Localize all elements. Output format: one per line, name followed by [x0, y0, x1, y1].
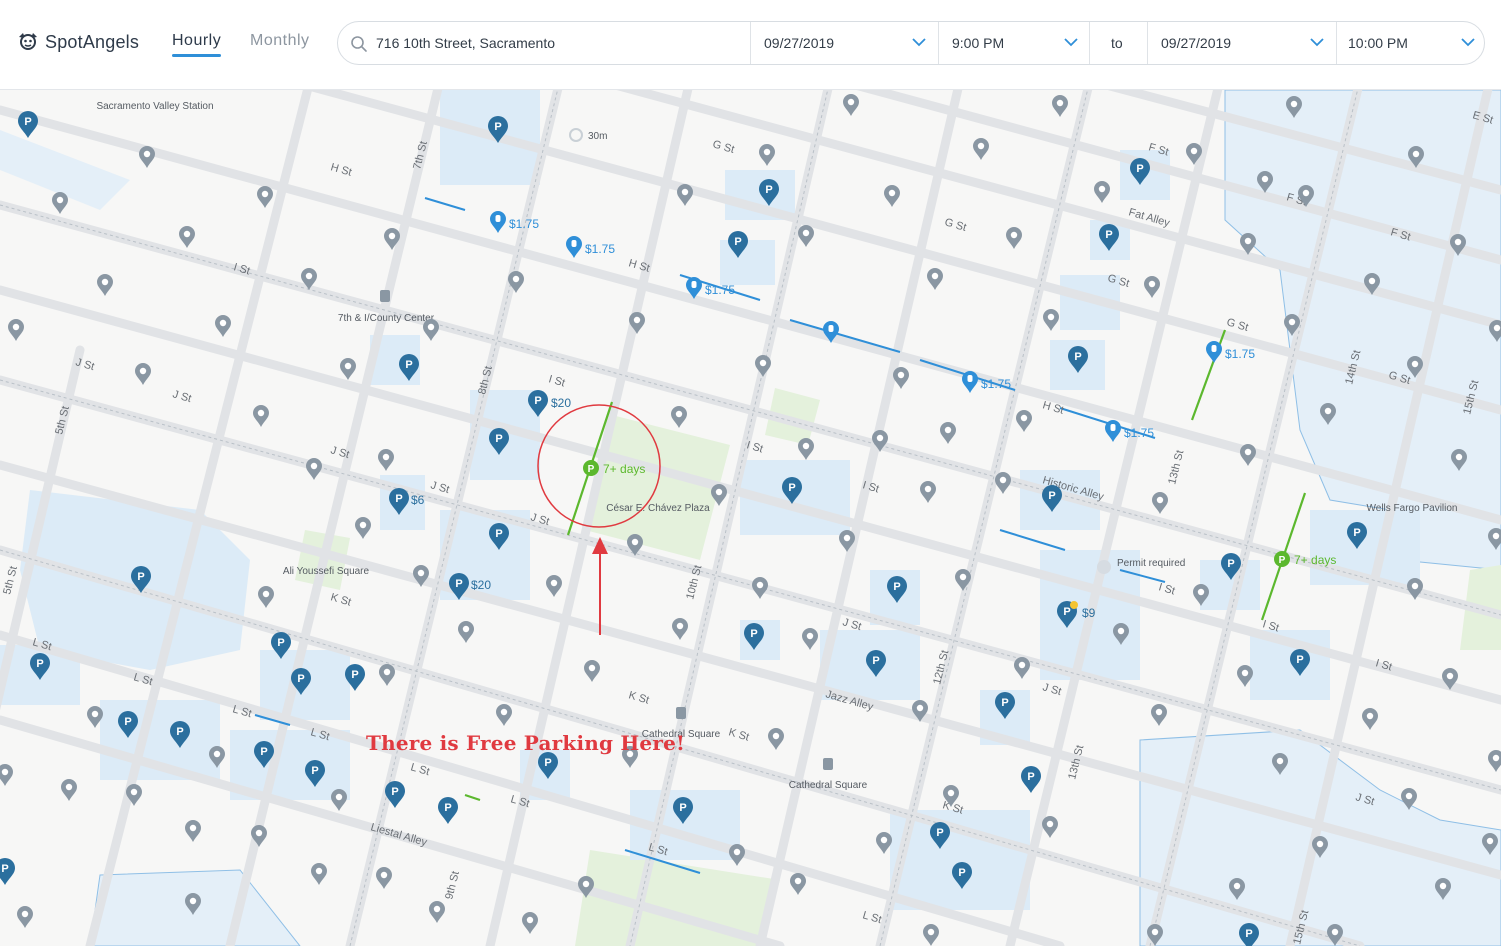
search-bar: 09/27/2019 9:00 PM to 09/27/2019 10:00 P…: [337, 21, 1485, 65]
bus-icon: [380, 290, 390, 302]
street-label-i: I St: [232, 261, 251, 277]
street-label-j: J St: [1041, 681, 1063, 698]
star-icon: [1070, 601, 1078, 609]
walk-time-label: 30m: [588, 131, 607, 142]
street-label-g: G St: [711, 138, 735, 156]
street-label-i: I St: [1374, 657, 1393, 673]
street-label-k: K St: [627, 689, 650, 706]
street-label-5th: 5th St: [53, 405, 72, 436]
place-wells-fargo-pavilion: Wells Fargo Pavilion: [1367, 503, 1458, 514]
divider: [938, 22, 939, 64]
tab-monthly[interactable]: Monthly: [250, 32, 310, 50]
street-label-7th: 7th St: [411, 140, 430, 171]
street-label-13th: 13th St: [1166, 449, 1186, 486]
range-separator: to: [1111, 22, 1141, 64]
meter-price: $1.75: [1124, 426, 1154, 440]
address-input[interactable]: [376, 32, 736, 54]
meter-price: $1.75: [1225, 347, 1255, 361]
lot-price: $20: [551, 396, 571, 410]
lot-price: $6: [411, 493, 425, 507]
place-cathedral-square: Cathedral Square: [789, 780, 868, 791]
divider: [750, 22, 751, 64]
annotation-arrow: [592, 537, 608, 635]
place-ali-youssefi-square: Ali Youssefi Square: [283, 566, 370, 577]
free-duration: 7+ days: [1294, 553, 1336, 567]
svg-text:P: P: [588, 464, 595, 475]
start-date-select[interactable]: 09/27/2019: [764, 22, 934, 64]
bus-icon: [676, 707, 686, 719]
divider: [1336, 22, 1337, 64]
street-label-l: L St: [861, 909, 883, 926]
logo[interactable]: SpotAngels: [16, 28, 139, 56]
walk-icon: [569, 128, 583, 142]
chevron-down-icon[interactable]: [1461, 37, 1475, 47]
meter-price: $1.75: [981, 377, 1011, 391]
end-time-value: 10:00 PM: [1348, 35, 1408, 51]
meter-price: $1.75: [705, 283, 735, 297]
free-parking-marker[interactable]: P 7+ days: [1274, 551, 1336, 567]
district-area: [1224, 90, 1501, 571]
angel-logo-icon: [19, 33, 37, 50]
app-header: SpotAngels Hourly Monthly 09/27/2019 9:0…: [0, 0, 1501, 90]
parking-map[interactable]: P: [0, 90, 1501, 946]
bus-icon: [823, 758, 833, 770]
meter-price: $1.75: [509, 217, 539, 231]
chevron-down-icon[interactable]: [1310, 37, 1324, 47]
street-label-k: K St: [329, 591, 352, 608]
start-time-select[interactable]: 9:00 PM: [952, 22, 1082, 64]
street-label-i: I St: [1157, 581, 1176, 597]
permit-icon: [1097, 560, 1111, 574]
free-parking-marker[interactable]: P 7+ days: [583, 460, 645, 476]
street-label-9th: 9th St: [443, 870, 462, 901]
start-date-value: 09/27/2019: [764, 35, 835, 51]
search-icon: [351, 36, 367, 52]
meter-price: $1.75: [585, 242, 615, 256]
street-label-h: H St: [329, 161, 353, 178]
lot-price: $9: [1082, 606, 1096, 620]
street-label-g: G St: [1225, 316, 1249, 334]
svg-text:P: P: [1279, 555, 1286, 566]
map-canvas[interactable]: P: [0, 90, 1501, 946]
free-duration: 7+ days: [603, 462, 645, 476]
permit-required-label: Permit required: [1117, 558, 1185, 569]
street-label-l: L St: [132, 671, 154, 688]
divider: [1089, 22, 1090, 64]
tab-hourly[interactable]: Hourly: [172, 32, 222, 57]
end-date-value: 09/27/2019: [1161, 35, 1232, 51]
street-label-j: J St: [171, 388, 193, 405]
lot-price: $20: [471, 578, 491, 592]
chevron-down-icon[interactable]: [1064, 37, 1078, 47]
separator-text: to: [1111, 35, 1123, 51]
place-7th-i-county-center: 7th & I/County Center: [338, 313, 435, 324]
app-name: SpotAngels: [45, 31, 140, 52]
end-time-select[interactable]: 10:00 PM: [1348, 22, 1468, 64]
end-date-select[interactable]: 09/27/2019: [1161, 22, 1331, 64]
place-sacramento-valley-station: Sacramento Valley Station: [96, 101, 213, 112]
start-time-value: 9:00 PM: [952, 35, 1005, 51]
free-parking-annotation: There is Free Parking Here!: [366, 731, 685, 755]
street-label-k: K St: [727, 726, 750, 743]
street-label-i: I St: [547, 373, 566, 389]
street-label-g: G St: [943, 216, 967, 234]
divider: [1147, 22, 1148, 64]
street-label-5th: 5th St: [1, 565, 20, 596]
chevron-down-icon[interactable]: [912, 37, 926, 47]
place-cesar-chavez-plaza: César E. Chávez Plaza: [606, 503, 710, 514]
